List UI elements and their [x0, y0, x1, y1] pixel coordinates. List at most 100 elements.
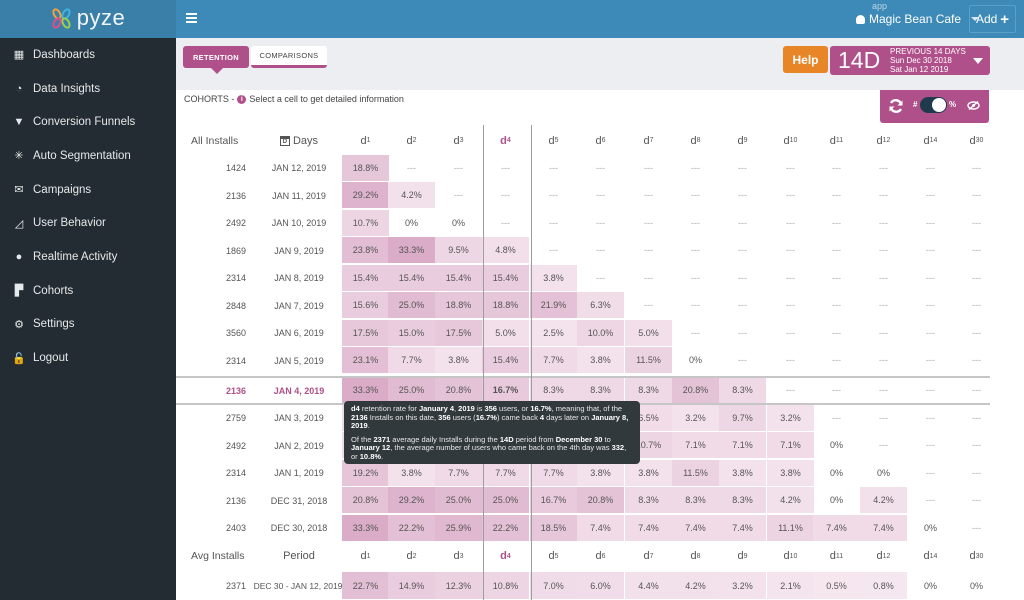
eye-slash-icon[interactable]	[967, 101, 980, 110]
retention-cell[interactable]: 20.8%	[672, 377, 719, 404]
retention-cell[interactable]: 4.2%	[388, 182, 435, 209]
retention-cell[interactable]: 0%	[907, 515, 954, 541]
summary-cell[interactable]: 14.9%	[388, 572, 435, 600]
retention-cell[interactable]: 20.8%	[435, 377, 482, 404]
retention-cell[interactable]: 17.5%	[435, 319, 482, 346]
retention-cell[interactable]: 7.7%	[388, 347, 435, 374]
sidebar-item-user-behavior[interactable]: ◿ User Behavior	[0, 206, 176, 240]
day-column-header[interactable]: d4	[482, 127, 529, 154]
retention-cell[interactable]: 4.8%	[482, 237, 529, 264]
retention-cell[interactable]: 10.7%	[342, 209, 389, 236]
day-column-header[interactable]: d 14	[907, 127, 954, 154]
sidebar-item-logout[interactable]: 🔓 Logout	[0, 341, 176, 375]
retention-cell[interactable]: 23.8%	[342, 237, 389, 264]
retention-cell[interactable]: 15.4%	[435, 264, 482, 291]
retention-cell[interactable]: 20.8%	[577, 487, 624, 514]
summary-cell[interactable]: 7.0%	[530, 572, 577, 600]
sidebar-item-settings[interactable]: ⚙ Settings	[0, 308, 176, 342]
retention-cell[interactable]: 11.5%	[672, 459, 719, 486]
summary-cell[interactable]: 0.8%	[860, 572, 907, 600]
day-column-header[interactable]: d 14	[907, 543, 954, 570]
table-row[interactable]: 2314 JAN 5, 2019 23.1% 7.7% 3.8% 15.4% 7.7% 3.8…	[176, 347, 996, 374]
summary-cell[interactable]: 22.7%	[342, 572, 389, 600]
retention-cell[interactable]: 29.2%	[388, 487, 435, 514]
retention-cell[interactable]: 8.3%	[625, 487, 672, 514]
retention-cell[interactable]: 6.3%	[577, 292, 624, 319]
day-column-header[interactable]: d9	[719, 543, 766, 570]
retention-cell[interactable]: 3.8%	[767, 459, 814, 486]
retention-cell[interactable]: 3.8%	[719, 459, 766, 486]
retention-cell[interactable]: 7.4%	[719, 514, 766, 541]
summary-cell[interactable]: 2.1%	[767, 572, 814, 600]
retention-cell[interactable]: 22.2%	[388, 514, 435, 541]
table-row[interactable]: 1424 JAN 12, 2019 18.8% --- --- --- --- --- --- -…	[176, 154, 996, 182]
day-column-header[interactable]: d6	[577, 127, 624, 154]
day-column-header[interactable]: d7	[625, 543, 672, 570]
retention-cell[interactable]: 8.3%	[719, 377, 766, 404]
retention-cell[interactable]: 9.7%	[719, 404, 766, 431]
help-button[interactable]: Help	[783, 46, 828, 73]
retention-cell[interactable]: 0%	[813, 487, 860, 513]
retention-cell[interactable]: 18.5%	[530, 514, 577, 541]
retention-cell[interactable]: 7.4%	[577, 514, 624, 541]
retention-cell[interactable]: 11.1%	[767, 514, 814, 541]
day-column-header[interactable]: d 10	[767, 127, 814, 154]
day-column-header[interactable]: d 11	[813, 127, 860, 154]
retention-cell[interactable]: 3.8%	[577, 347, 624, 374]
day-column-header[interactable]: d 10	[767, 543, 814, 570]
summary-cell[interactable]: 0.5%	[813, 572, 860, 600]
summary-date-header[interactable]: Period	[256, 543, 342, 570]
date-range-picker[interactable]: 14D PREVIOUS 14 DAYS Sun Dec 30 2018 Sat…	[830, 46, 990, 75]
cohort-date-header[interactable]: D Days	[256, 127, 342, 154]
retention-cell[interactable]: 0%	[813, 460, 860, 486]
table-row[interactable]: 1869 JAN 9, 2019 23.8% 33.3% 9.5% 4.8% --- --- -…	[176, 237, 996, 264]
retention-cell[interactable]: 7.4%	[860, 514, 907, 541]
retention-cell[interactable]: 8.3%	[672, 487, 719, 514]
retention-cell[interactable]: 7.4%	[625, 514, 672, 541]
count-percent-toggle[interactable]	[920, 97, 947, 113]
retention-cell[interactable]: 21.9%	[530, 292, 577, 319]
retention-cell[interactable]: 3.2%	[672, 404, 719, 431]
retention-cell[interactable]: 9.5%	[435, 237, 482, 264]
add-button[interactable]: Add +	[969, 5, 1016, 33]
day-column-header[interactable]: d 12	[860, 127, 907, 154]
logo[interactable]: pyze	[0, 0, 176, 38]
sidebar-item-auto-segmentation[interactable]: ✳ Auto Segmentation	[0, 139, 176, 173]
day-column-header[interactable]: d8	[672, 127, 719, 154]
day-column-header[interactable]: d1	[342, 543, 389, 570]
retention-cell[interactable]: 3.2%	[767, 404, 814, 431]
day-column-header[interactable]: d2	[388, 543, 435, 570]
table-row[interactable]: 2136 DEC 31, 2018 20.8% 29.2% 25.0% 25.0% 16.7…	[176, 487, 996, 514]
retention-cell[interactable]: 7.1%	[767, 432, 814, 459]
retention-cell[interactable]: 4.2%	[767, 487, 814, 514]
retention-cell[interactable]: 25.0%	[388, 377, 435, 404]
retention-cell[interactable]: 25.0%	[388, 292, 435, 319]
refresh-icon[interactable]	[888, 98, 904, 114]
retention-cell[interactable]: 8.3%	[530, 377, 577, 404]
retention-cell[interactable]: 18.8%	[342, 154, 389, 181]
summary-cell[interactable]: 4.4%	[625, 572, 672, 600]
day-column-header[interactable]: d9	[719, 127, 766, 154]
retention-cell[interactable]: 0%	[672, 347, 719, 373]
day-column-header[interactable]: d2	[388, 127, 435, 154]
sidebar-item-campaigns[interactable]: ✉ Campaigns	[0, 173, 176, 207]
retention-cell[interactable]: 0%	[813, 432, 860, 458]
table-row[interactable]: 2136 JAN 11, 2019 29.2% 4.2% --- --- --- --- ---…	[176, 182, 996, 209]
summary-cell[interactable]: 0%	[953, 572, 1000, 599]
retention-cell[interactable]: 3.8%	[435, 347, 482, 374]
summary-cell[interactable]: 4.2%	[672, 572, 719, 600]
summary-cell[interactable]: 12.3%	[435, 572, 482, 600]
retention-cell[interactable]: 22.2%	[482, 514, 529, 541]
day-column-header[interactable]: d5	[530, 127, 577, 154]
retention-cell[interactable]: 15.4%	[388, 264, 435, 291]
retention-cell[interactable]: 2.5%	[530, 319, 577, 346]
retention-cell[interactable]: 7.1%	[719, 432, 766, 459]
table-row[interactable]: 2492 JAN 10, 2019 10.7% 0% 0% --- --- --- --- ---…	[176, 209, 996, 237]
retention-cell[interactable]: 29.2%	[342, 182, 389, 209]
retention-cell[interactable]: 15.6%	[342, 292, 389, 319]
retention-cell[interactable]: 25.0%	[482, 487, 529, 514]
menu-toggle-icon[interactable]	[186, 13, 197, 23]
retention-cell[interactable]: 8.3%	[577, 377, 624, 404]
summary-cell[interactable]: 10.8%	[482, 572, 529, 600]
retention-cell[interactable]: 15.0%	[388, 319, 435, 346]
